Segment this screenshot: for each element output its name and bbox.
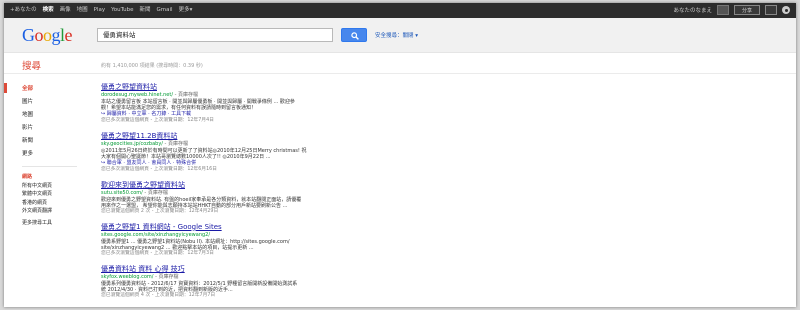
google-bar: +あなたの 検索 画像 地圖 Play YouTube 新聞 Gmail 更多▾…: [4, 3, 796, 18]
cached-link[interactable]: - 頁庫存檔: [154, 274, 178, 280]
sidebar-item-images[interactable]: 圖片: [22, 98, 82, 111]
result-item: 優勇之野望11.2B資料站 sky.geocities.jp/cozbaby/ …: [101, 132, 461, 174]
account-name[interactable]: あなたのなまえ: [673, 6, 712, 14]
result-title-link[interactable]: 優勇之野望資料站: [101, 83, 461, 92]
cached-link[interactable]: - 頁庫存檔: [143, 190, 167, 196]
top-nav: +あなたの 検索 画像 地圖 Play YouTube 新聞 Gmail 更多▾: [10, 6, 192, 14]
sidebar-item-more[interactable]: 更多: [22, 150, 82, 163]
avatar[interactable]: [717, 5, 729, 15]
sidebar: 全部 圖片 地圖 影片 新聞 更多 網路 所有中文網頁 繁體中文網頁 香港的網頁…: [22, 85, 82, 227]
browser-window: +あなたの 検索 画像 地圖 Play YouTube 新聞 Gmail 更多▾…: [4, 3, 796, 307]
account-area: あなたのなまえ 分享: [673, 5, 790, 15]
filter-translated[interactable]: 外文網頁翻譯: [22, 207, 82, 216]
result-stats: 約有 1,410,000 項結果 (搜尋時間：0.39 秒): [101, 63, 203, 69]
top-nav-search[interactable]: 検索: [43, 6, 54, 14]
search-input[interactable]: 優勇資料站: [97, 28, 333, 42]
cached-link[interactable]: - 頁庫存檔: [163, 141, 188, 147]
notifications-button[interactable]: [765, 5, 777, 15]
gear-icon[interactable]: [782, 6, 790, 14]
result-url: sky.geocities.jp/cozbaby/ - 頁庫存檔: [101, 140, 188, 147]
result-visit-info: 您已多次瀏覽這個網頁 - 上次瀏覽日期：12年7月3日: [101, 251, 214, 257]
top-nav-youtube[interactable]: YouTube: [111, 6, 133, 14]
google-logo[interactable]: Google: [22, 25, 72, 45]
top-nav-play[interactable]: Play: [94, 6, 105, 14]
search-section-title: 搜尋: [22, 61, 42, 72]
result-title-link[interactable]: 優勇之野望11.2B資料站: [101, 132, 461, 141]
filter-all-chinese[interactable]: 所有中文網頁: [22, 182, 82, 191]
result-visit-info: 您已多次瀏覽這個網頁 - 上次瀏覽日期：12年6月16日: [101, 167, 217, 173]
search-results: 優勇之野望資料站 dorodesug.myweb.hinet.net/ - 頁庫…: [101, 83, 461, 307]
safesearch-dropdown[interactable]: 安全搜尋：關閉 ▾: [375, 31, 418, 39]
cached-link[interactable]: - 頁庫存檔: [173, 92, 198, 98]
filter-hong-kong[interactable]: 香港的網頁: [22, 199, 82, 208]
sidebar-divider: [22, 166, 77, 167]
top-nav-maps[interactable]: 地圖: [77, 6, 88, 14]
filter-web[interactable]: 網路: [22, 173, 82, 182]
top-nav-plus[interactable]: +あなたの: [10, 6, 37, 14]
sidebar-item-news[interactable]: 新聞: [22, 137, 82, 150]
share-button[interactable]: 分享: [734, 5, 760, 15]
result-title-link[interactable]: 歡迎來到優勇之野望資料站: [101, 181, 461, 190]
search-icon: [351, 32, 359, 40]
result-title-link[interactable]: 優勇資料站 資料 心得 技巧: [101, 265, 461, 274]
top-nav-images[interactable]: 画像: [60, 6, 71, 14]
sidebar-item-all[interactable]: 全部: [22, 85, 82, 98]
sidebar-item-videos[interactable]: 影片: [22, 124, 82, 137]
divider: [4, 73, 796, 74]
result-url: dorodesug.myweb.hinet.net/ - 頁庫存檔: [101, 92, 199, 98]
result-visit-info: 您已瀏覽這個網頁 4 次 - 上次瀏覽日期：12年7月7日: [101, 293, 216, 299]
result-url: skyfox.weeblog.com/ - 頁庫存檔: [101, 273, 179, 280]
result-item: 優勇之野望資料站 dorodesug.myweb.hinet.net/ - 頁庫…: [101, 83, 461, 125]
more-search-tools[interactable]: 更多搜尋工具: [22, 219, 82, 228]
result-visit-info: 您已多次瀏覽這個網頁 - 上次瀏覽日期：12年7月4日: [101, 118, 214, 124]
result-visit-info: 您已瀏覽這個網頁 2 次 - 上次瀏覽日期：12年4月29日: [101, 209, 219, 215]
filter-traditional-chinese[interactable]: 繁體中文網頁: [22, 190, 82, 199]
result-item: 優勇之野望1 資料網站 - Google Sites sites.google.…: [101, 223, 461, 258]
active-nav-indicator: [4, 83, 7, 93]
result-url: sutu.site50.com/ - 頁庫存檔: [101, 189, 168, 196]
result-url: sites.google.com/site/xinzhangyicyewang2…: [101, 231, 211, 238]
result-item: 歡迎來到優勇之野望資料站 sutu.site50.com/ - 頁庫存檔 歡迎來…: [101, 181, 461, 216]
result-item: 優勇資料站 資料 心得 技巧 skyfox.weeblog.com/ - 頁庫存…: [101, 265, 461, 300]
search-button[interactable]: [341, 28, 367, 42]
top-nav-more[interactable]: 更多▾: [179, 6, 193, 14]
sidebar-item-maps[interactable]: 地圖: [22, 111, 82, 124]
search-header: Google 優勇資料站 安全搜尋：關閉 ▾: [4, 18, 796, 53]
top-nav-gmail[interactable]: Gmail: [157, 6, 173, 14]
top-nav-news[interactable]: 新聞: [140, 6, 151, 14]
result-title-link[interactable]: 優勇之野望1 資料網站 - Google Sites: [101, 223, 461, 232]
